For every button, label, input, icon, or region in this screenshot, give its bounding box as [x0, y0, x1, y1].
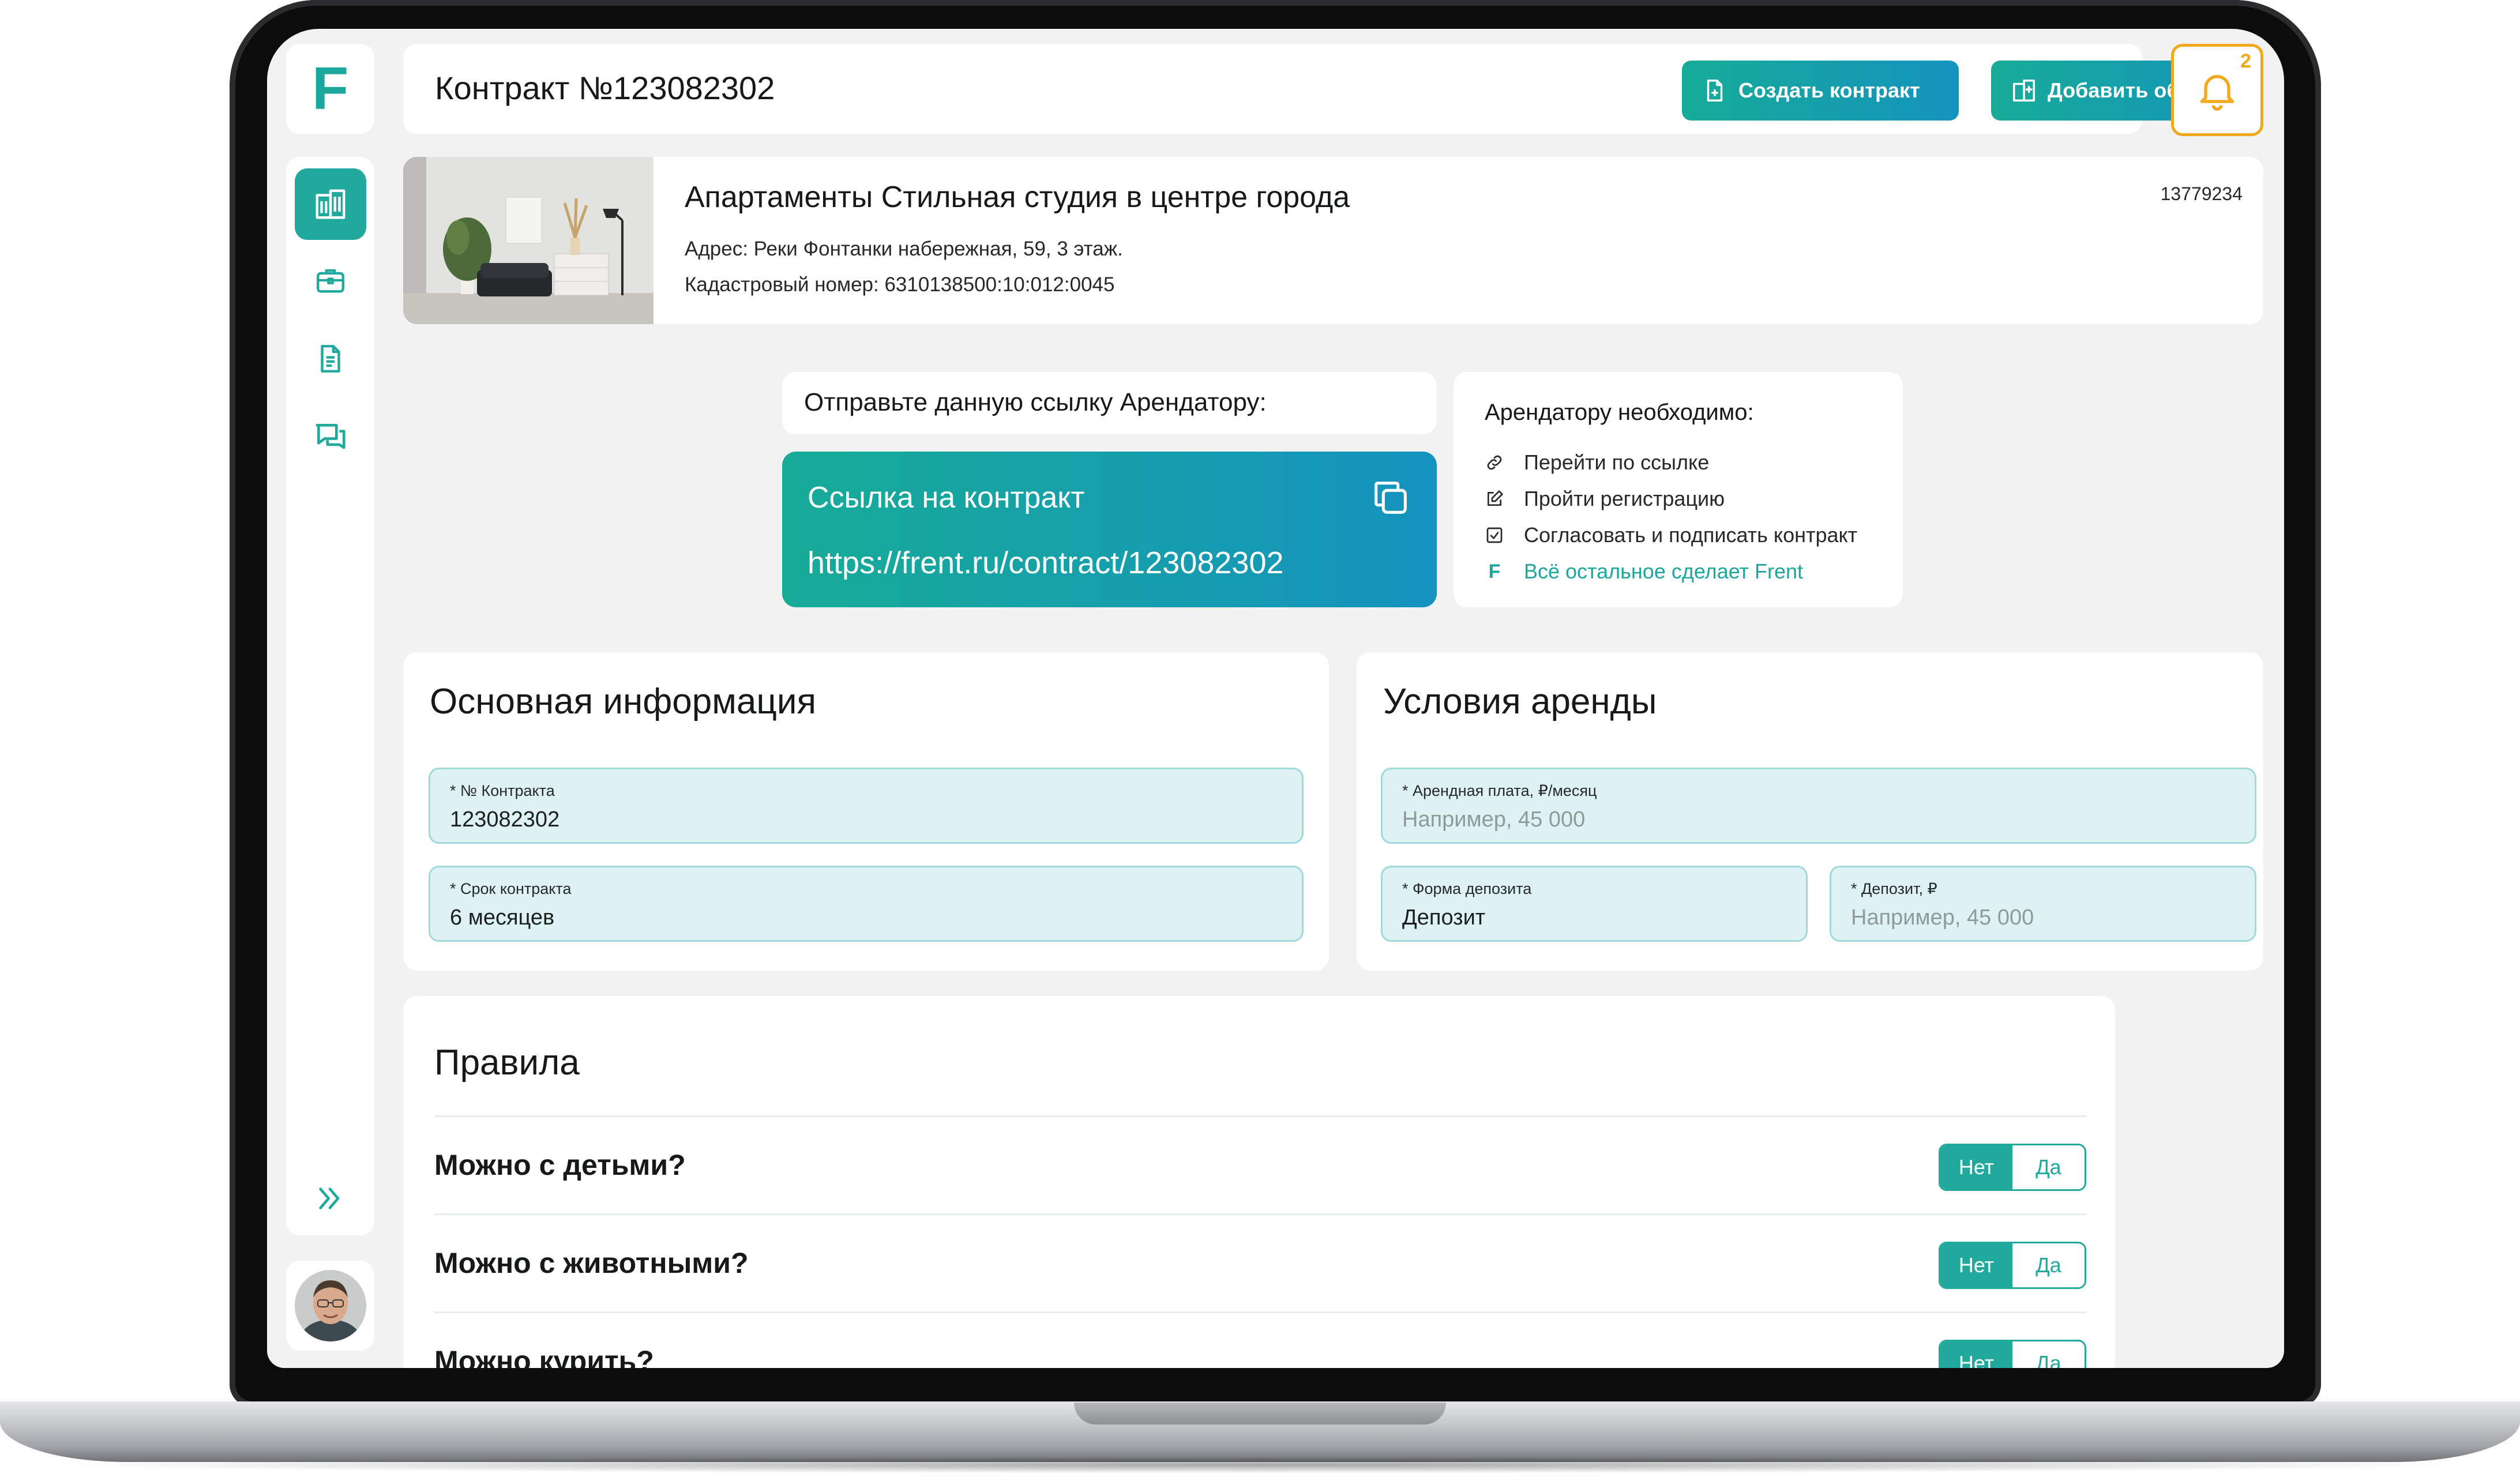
basic-info-card: Основная информация * № Контракта 123082… — [403, 652, 1329, 971]
header-bar: Контракт №123082302 Создать контракт Доб… — [403, 44, 2263, 134]
copy-icon — [1374, 482, 1407, 514]
sidebar-item-documents[interactable] — [295, 323, 366, 394]
expand-sidebar-button[interactable] — [309, 1178, 351, 1219]
toggle-no[interactable]: Нет — [1940, 1145, 2012, 1189]
requirement-label: Пройти регистрацию — [1524, 487, 1725, 510]
basic-info-title: Основная информация — [430, 682, 817, 721]
field-label: * № Контракта — [450, 782, 555, 799]
field-placeholder: Например, 45 000 — [1402, 807, 1586, 832]
copy-link-button[interactable] — [1369, 476, 1413, 523]
rule-row-pets: Можно с животными? Нет Да — [434, 1213, 2086, 1313]
rules-card: Правила Можно с детьми? Нет Да Можно с ж… — [403, 996, 2115, 1368]
edit-icon — [1488, 490, 1503, 506]
building-icon — [316, 189, 345, 219]
notifications-button[interactable]: 2 — [2171, 44, 2263, 136]
rules-title: Правила — [434, 1043, 580, 1083]
field-label: * Арендная плата, ₽/месяц — [1402, 782, 1597, 799]
rent-terms-title: Условия аренды — [1383, 682, 1657, 721]
contract-link-title: Ссылка на контракт — [808, 481, 1085, 514]
field-value: 123082302 — [450, 807, 560, 832]
app-screen: F Контракт №123082302 Создать контракт Д… — [267, 29, 2284, 1368]
requirement-step: Перейти по ссылке — [1485, 450, 1709, 475]
requirement-step: Пройти регистрацию — [1485, 487, 1725, 511]
app-logo[interactable]: F — [286, 44, 374, 134]
share-instruction-card: Отправьте данную ссылку Арендатору: — [782, 372, 1437, 434]
contract-link-card[interactable]: Ссылка на контракт https://frent.ru/cont… — [782, 452, 1437, 607]
notifications-count: 2 — [2240, 50, 2251, 72]
sidebar-item-messages[interactable] — [295, 401, 366, 473]
laptop-notch — [1074, 1403, 1446, 1425]
avatar — [294, 1270, 366, 1341]
create-contract-label: Создать контракт — [1738, 78, 1920, 102]
rule-toggle[interactable]: Нет Да — [1939, 1242, 2086, 1289]
bell-icon — [2200, 75, 2234, 111]
rent-terms-card: Условия аренды * Арендная плата, ₽/месяц… — [1357, 652, 2263, 971]
requirement-label: Всё остальное сделает Frent — [1524, 559, 1804, 583]
page-title: Контракт №123082302 — [435, 70, 775, 106]
file-plus-icon — [1707, 80, 1723, 102]
sidebar-item-portfolio[interactable] — [295, 245, 366, 316]
toggle-yes[interactable]: Да — [2012, 1243, 2085, 1287]
chat-icon — [316, 424, 345, 449]
requirements-title: Арендатору необходимо: — [1485, 400, 1754, 425]
property-photo — [403, 157, 654, 324]
field-value: 6 месяцев — [450, 905, 555, 930]
double-chevron-right-icon — [319, 1187, 340, 1209]
create-contract-button[interactable]: Создать контракт — [1682, 61, 1959, 121]
deposit-form-field[interactable]: * Форма депозита Депозит — [1381, 866, 1808, 942]
sidebar — [286, 157, 374, 1235]
requirement-label: Согласовать и подписать контракт — [1524, 523, 1858, 547]
laptop-shadow — [46, 1456, 2474, 1474]
tenant-requirements-card: Арендатору необходимо: Перейти по ссылке… — [1454, 372, 1903, 607]
checkbox-icon — [1486, 527, 1503, 543]
monthly-rent-field[interactable]: * Арендная плата, ₽/месяц Например, 45 0… — [1381, 768, 2256, 844]
requirement-label: Перейти по ссылке — [1524, 450, 1710, 474]
logo-letter: F — [311, 55, 349, 122]
property-title: Апартаменты Стильная студия в центре гор… — [685, 181, 1350, 214]
share-instruction: Отправьте данную ссылку Арендатору: — [804, 388, 1267, 416]
user-avatar-card[interactable] — [286, 1261, 374, 1351]
property-cadastral: Кадастровый номер: 6310138500:10:012:004… — [685, 273, 1115, 296]
field-label: * Срок контракта — [450, 880, 572, 897]
requirement-step: Согласовать и подписать контракт — [1485, 523, 1857, 547]
rule-toggle[interactable]: Нет Да — [1939, 1144, 2086, 1191]
contract-link-url[interactable]: https://frent.ru/contract/123082302 — [808, 545, 1284, 581]
document-icon — [321, 345, 340, 373]
rule-question: Можно с детьми? — [434, 1149, 686, 1181]
sidebar-item-objects[interactable] — [295, 168, 366, 240]
toggle-yes[interactable]: Да — [2012, 1145, 2085, 1189]
toggle-no[interactable]: Нет — [1940, 1243, 2012, 1287]
building-add-icon — [2013, 80, 2035, 102]
requirement-step: F Всё остальное сделает Frent — [1485, 559, 1803, 584]
property-address: Адрес: Реки Фонтанки набережная, 59, 3 э… — [685, 238, 1123, 260]
field-label: * Форма депозита — [1402, 880, 1532, 897]
rule-toggle[interactable]: Нет Да — [1939, 1340, 2086, 1368]
briefcase-icon — [317, 269, 344, 293]
rule-question: Можно с животными? — [434, 1247, 749, 1279]
deposit-amount-field[interactable]: * Депозит, ₽ Например, 45 000 — [1830, 866, 2256, 942]
contract-number-field[interactable]: * № Контракта 123082302 — [429, 768, 1304, 844]
toggle-yes[interactable]: Да — [2012, 1341, 2085, 1368]
frent-logo-icon: F — [1488, 560, 1501, 582]
contract-term-field[interactable]: * Срок контракта 6 месяцев — [429, 866, 1304, 942]
field-label: * Депозит, ₽ — [1851, 880, 1937, 897]
property-card[interactable]: Апартаменты Стильная студия в центре гор… — [403, 157, 2263, 324]
link-icon — [1487, 455, 1502, 470]
rule-question: Можно курить? — [434, 1345, 654, 1368]
toggle-no[interactable]: Нет — [1940, 1341, 2012, 1368]
field-value: Депозит — [1402, 905, 1486, 930]
rule-row-children: Можно с детьми? Нет Да — [434, 1115, 2086, 1215]
field-placeholder: Например, 45 000 — [1851, 905, 2034, 930]
rule-row-smoking: Можно курить? Нет Да — [434, 1311, 2086, 1368]
property-id: 13779234 — [2160, 183, 2243, 204]
